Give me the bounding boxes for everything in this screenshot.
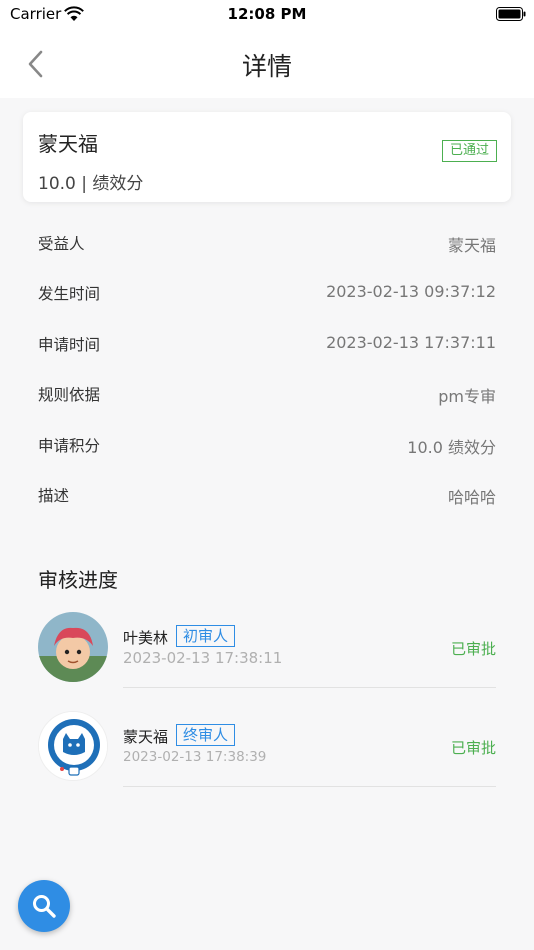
detail-row-rule: 规则依据 pm专审 [38,369,496,419]
approver-time: 2023-02-13 17:38:11 [123,649,283,667]
search-button[interactable] [18,880,70,932]
detail-value: 哈哈哈 [447,487,496,507]
approver-name: 叶美林 [123,629,169,647]
review-progress-title: 审核进度 [38,568,118,592]
approval-status: 已审批 [450,739,496,757]
approver-list: 叶美林 初审人 2023-02-13 17:38:11 已审批 蒙天福 终审人 … [38,610,496,808]
detail-row-beneficiary: 受益人 蒙天福 [38,218,496,268]
detail-value: 2023-02-13 09:37:12 [326,282,496,302]
detail-value: 10.0 绩效分 [407,437,496,457]
detail-row-points: 申请积分 10.0 绩效分 [38,420,496,470]
detail-label: 规则依据 [38,386,101,405]
approver-item: 蒙天福 终审人 2023-02-13 17:38:39 已审批 [38,709,496,808]
detail-list: 受益人 蒙天福 发生时间 2023-02-13 09:37:12 申请时间 20… [38,218,496,520]
status-bar: Carrier 12:08 PM [0,0,534,30]
page-title: 详情 [241,52,292,81]
avatar [38,711,108,781]
role-tag: 终审人 [176,724,236,746]
navigation-bar: 详情 [0,30,534,98]
avatar-illustration [38,612,108,682]
summary-score: 10.0 | 绩效分 [38,174,144,194]
detail-row-apply-time: 申请时间 2023-02-13 17:37:11 [38,319,496,369]
divider [123,786,496,787]
detail-value: 2023-02-13 17:37:11 [326,332,496,352]
detail-label: 受益人 [38,235,85,253]
detail-value: 蒙天福 [447,236,496,255]
detail-value: pm专审 [438,387,496,407]
battery-icon [496,7,526,21]
avatar [38,612,108,682]
detail-label: 描述 [38,486,70,505]
robot-avatar-icon [39,712,107,780]
approver-item: 叶美林 初审人 2023-02-13 17:38:11 已审批 [38,610,496,709]
detail-row-description: 描述 哈哈哈 [38,470,496,520]
summary-name: 蒙天福 [38,132,98,156]
approver-time: 2023-02-13 17:38:39 [123,749,267,765]
approver-name: 蒙天福 [123,728,169,746]
divider [123,687,496,688]
status-badge: 已通过 [441,140,497,162]
approval-status: 已审批 [450,640,496,658]
clock: 12:08 PM [227,5,307,23]
detail-label: 申请积分 [38,436,101,455]
detail-row-occur-time: 发生时间 2023-02-13 09:37:12 [38,268,496,318]
detail-label: 发生时间 [38,285,101,304]
detail-label: 申请时间 [38,335,101,354]
summary-card: 蒙天福 10.0 | 绩效分 已通过 [23,112,511,202]
search-icon [33,895,56,918]
role-tag: 初审人 [176,625,236,647]
